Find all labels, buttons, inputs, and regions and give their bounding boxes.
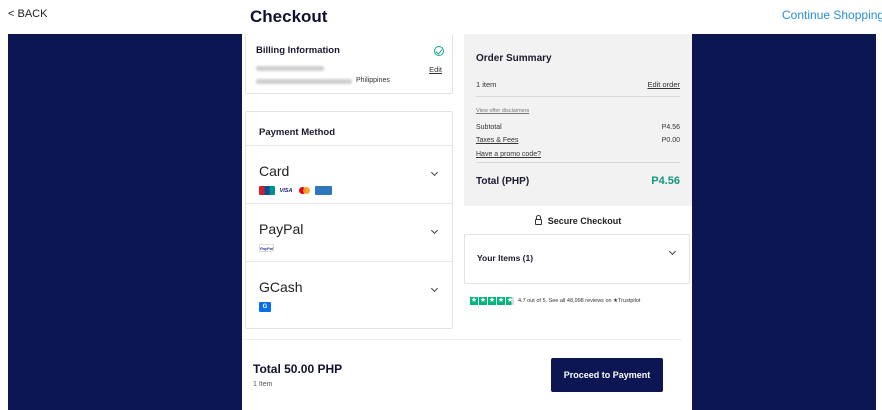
- order-summary-title: Order Summary: [476, 53, 552, 64]
- order-summary-card: Order Summary 1 item Edit order View off…: [464, 34, 692, 206]
- taxes-row: Taxes & Fees P0.00: [476, 137, 680, 144]
- edit-order-link[interactable]: Edit order: [647, 80, 680, 89]
- secure-checkout: Secure Checkout: [464, 215, 692, 226]
- checkout-footer: Total 50.00 PHP 1 Item Proceed to Paymen…: [242, 339, 682, 410]
- chevron-down-icon: [430, 226, 439, 235]
- paypal-icon: PayPal: [259, 244, 274, 252]
- payment-option-label: GCash: [259, 279, 303, 295]
- payment-title: Payment Method: [259, 127, 336, 138]
- billing-card: Billing Information Philippines Edit: [245, 34, 453, 94]
- chevron-down-icon: [668, 247, 677, 256]
- card-logos: VISA: [259, 186, 332, 195]
- subtotal-label: Subtotal: [476, 124, 502, 131]
- star-rating: ★ ★ ★ ★ ★: [470, 297, 514, 305]
- disclaimer-link[interactable]: View offer disclaimers: [476, 108, 529, 114]
- star-icon: ★: [506, 297, 514, 305]
- your-items-label: Your Items (1): [477, 253, 534, 263]
- redacted-name: [256, 66, 324, 71]
- mastercard-icon: [297, 186, 311, 195]
- proceed-to-payment-button[interactable]: Proceed to Payment: [551, 358, 663, 392]
- payment-option-card[interactable]: Card VISA: [246, 145, 452, 203]
- star-icon: ★: [488, 297, 496, 305]
- star-icon: ★: [479, 297, 487, 305]
- chevron-down-icon: [430, 168, 439, 177]
- check-circle-icon: [434, 46, 444, 56]
- unionpay-icon: [259, 186, 275, 195]
- divider: [476, 96, 680, 97]
- page-title: Checkout: [250, 7, 328, 26]
- item-count: 1 item: [476, 80, 497, 89]
- edit-billing-link[interactable]: Edit: [429, 65, 442, 74]
- paypal-logos: PayPal: [259, 244, 274, 253]
- gcash-logos: G: [259, 302, 271, 312]
- chevron-down-icon: [430, 284, 439, 293]
- divider: [476, 162, 680, 163]
- billing-title: Billing Information: [256, 45, 340, 56]
- payment-method-card: Payment Method Card VISA PayPal PayPal G…: [245, 111, 453, 329]
- secure-checkout-label: Secure Checkout: [547, 216, 622, 226]
- subtotal-value: P4.56: [661, 124, 680, 131]
- taxes-value: P0.00: [661, 137, 680, 144]
- continue-shopping-link[interactable]: Continue Shopping: [782, 8, 882, 22]
- promo-code-link[interactable]: Have a promo code?: [476, 151, 541, 158]
- lock-icon: [534, 215, 542, 225]
- visa-icon: VISA: [279, 186, 293, 195]
- footer-total: Total 50.00 PHP: [253, 362, 343, 376]
- total-value: P4.56: [651, 175, 680, 187]
- star-icon: ★: [497, 297, 505, 305]
- payment-option-label: Card: [259, 163, 290, 179]
- payment-option-paypal[interactable]: PayPal PayPal: [246, 203, 452, 261]
- star-icon: ★: [470, 297, 478, 305]
- gcash-icon: G: [259, 302, 271, 312]
- trustpilot-text: 4.7 out of 5. See all 48,998 reviews on …: [518, 298, 641, 304]
- payment-option-gcash[interactable]: GCash G: [246, 261, 452, 319]
- total-label: Total (PHP): [476, 176, 530, 187]
- amex-icon: [315, 186, 332, 195]
- taxes-label[interactable]: Taxes & Fees: [476, 137, 518, 144]
- your-items-accordion[interactable]: Your Items (1): [464, 234, 690, 284]
- top-bar: < BACK Checkout Continue Shopping: [0, 0, 882, 34]
- back-link[interactable]: < BACK: [8, 8, 47, 20]
- redacted-address: [256, 79, 352, 84]
- footer-item-count: 1 Item: [253, 381, 273, 388]
- payment-option-label: PayPal: [259, 221, 304, 237]
- subtotal-row: Subtotal P4.56: [476, 124, 680, 131]
- billing-country: Philippines: [356, 77, 390, 84]
- trustpilot-rating[interactable]: ★ ★ ★ ★ ★ 4.7 out of 5. See all 48,998 r…: [470, 296, 640, 306]
- checkout-sheet: Billing Information Philippines Edit Pay…: [242, 34, 692, 410]
